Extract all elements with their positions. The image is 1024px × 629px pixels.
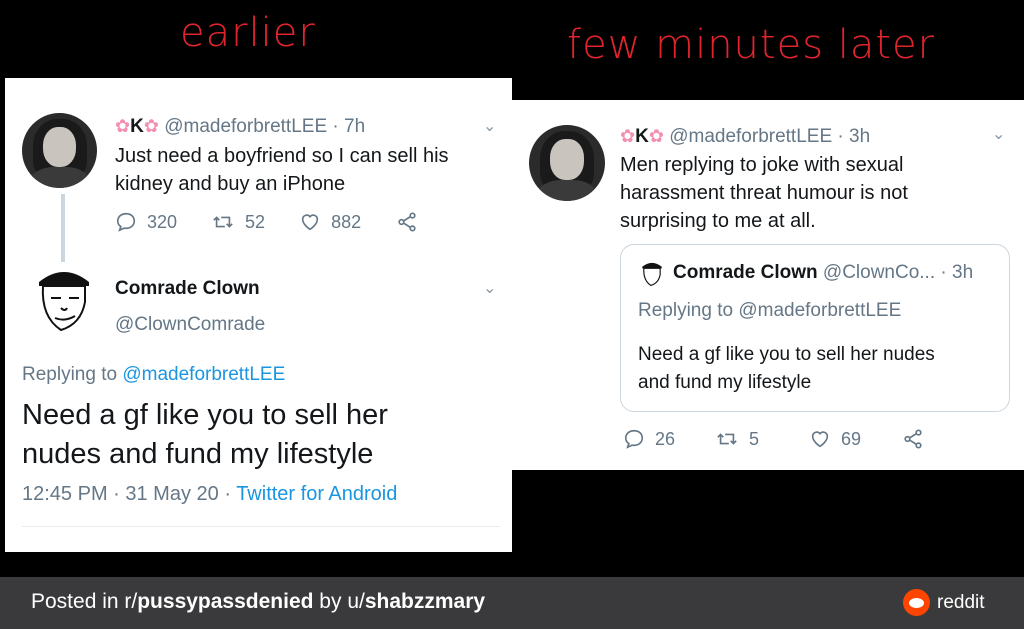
like-button[interactable]: 882 bbox=[299, 211, 361, 233]
posted-in-prefix: Posted in r/ bbox=[31, 590, 138, 613]
avatar[interactable] bbox=[529, 125, 605, 201]
tweet-text-line: harassment threat humour is not bbox=[620, 182, 908, 204]
reply-author-handle[interactable]: @ClownComrade bbox=[115, 314, 265, 336]
tweet-text-line: kidney and buy an iPhone bbox=[115, 173, 346, 195]
quote-header: Comrade Clown @ClownCo... · 3h bbox=[673, 262, 973, 284]
flower-icon: ✿ bbox=[620, 126, 636, 146]
reply-text-line: Need a gf like you to sell her bbox=[22, 399, 388, 431]
retweet-icon bbox=[717, 433, 737, 445]
tweet-actions: 26 5 69 bbox=[623, 428, 969, 450]
replying-handle-link[interactable]: @madeforbrettLEE bbox=[122, 364, 285, 385]
reddit-logo[interactable]: reddit bbox=[903, 589, 985, 616]
share-icon bbox=[904, 429, 922, 449]
replying-to: Replying to @madeforbrettLEE bbox=[638, 300, 902, 321]
tweet-text: Just need a boyfriend so I can sell his … bbox=[115, 142, 449, 198]
subreddit-link[interactable]: pussypassdenied bbox=[137, 590, 313, 613]
like-count: 69 bbox=[841, 428, 862, 449]
heart-icon bbox=[811, 431, 829, 448]
tweet-text-line: Men replying to joke with sexual bbox=[620, 154, 904, 176]
tweet-actions: 320 52 882 bbox=[115, 211, 463, 233]
share-icon bbox=[398, 212, 416, 232]
flower-icon: ✿ bbox=[143, 116, 159, 136]
right-tweet-card: ✿K✿ @madeforbrettLEE · 3h ⌄ Men replying… bbox=[512, 100, 1024, 470]
like-button[interactable]: 69 bbox=[809, 428, 861, 450]
flower-icon: ✿ bbox=[648, 126, 664, 146]
reddit-footer: Posted in r/pussypassdenied by u/shabzzm… bbox=[0, 577, 1024, 629]
quote-text: Need a gf like you to sell her nudes and… bbox=[638, 341, 935, 397]
avatar[interactable] bbox=[22, 113, 97, 188]
handle-time: @madeforbrettLEE · 3h bbox=[669, 126, 871, 147]
caption-earlier: earlier bbox=[180, 10, 316, 56]
wojak-icon bbox=[39, 272, 89, 332]
retweet-count: 52 bbox=[245, 211, 266, 232]
reply-button[interactable]: 26 bbox=[623, 428, 675, 450]
source-link[interactable]: Twitter for Android bbox=[236, 483, 397, 505]
chevron-down-icon[interactable]: ⌄ bbox=[483, 116, 496, 136]
retweet-count: 5 bbox=[749, 428, 760, 449]
tweet-meta: 12:45 PM · 31 May 20 · Twitter for Andro… bbox=[22, 483, 397, 506]
reddit-alien-icon bbox=[903, 589, 930, 616]
retweet-icon bbox=[213, 216, 233, 228]
reply-icon bbox=[624, 429, 644, 449]
like-count: 882 bbox=[331, 211, 362, 232]
reply-count: 320 bbox=[147, 211, 178, 232]
posted-by: by u/ bbox=[313, 590, 365, 613]
clown-avatar[interactable] bbox=[31, 262, 97, 334]
author-name[interactable]: K bbox=[130, 116, 144, 137]
author-name[interactable]: Comrade Clown bbox=[115, 278, 260, 299]
quote-text-line: Need a gf like you to sell her nudes bbox=[638, 344, 935, 365]
clown-avatar bbox=[639, 259, 665, 287]
wojak-icon bbox=[642, 262, 662, 287]
reply-text: Need a gf like you to sell her nudes and… bbox=[22, 396, 492, 474]
username-link[interactable]: shabzzmary bbox=[365, 590, 485, 613]
quote-text-line: and fund my lifestyle bbox=[638, 372, 812, 393]
share-button[interactable] bbox=[395, 211, 429, 233]
reply-author-name[interactable]: Comrade Clown bbox=[115, 278, 260, 300]
flower-icon: ✿ bbox=[115, 116, 131, 136]
caption-few-minutes-later: few minutes later bbox=[567, 22, 936, 68]
replying-to: Replying to @madeforbrettLEE bbox=[22, 364, 285, 386]
timestamp[interactable]: 12:45 PM · 31 May 20 · bbox=[22, 483, 231, 505]
reply-button[interactable]: 320 bbox=[115, 211, 177, 233]
quoted-tweet[interactable]: Comrade Clown @ClownCo... · 3h Replying … bbox=[620, 244, 1010, 412]
retweet-button[interactable]: 52 bbox=[211, 211, 265, 233]
reply-count: 26 bbox=[655, 428, 676, 449]
heart-icon bbox=[301, 214, 319, 231]
tweet-text-line: surprising to me at all. bbox=[620, 210, 816, 232]
chevron-down-icon[interactable]: ⌄ bbox=[483, 278, 496, 298]
chevron-down-icon[interactable]: ⌄ bbox=[992, 124, 1005, 144]
tweet-header: ✿K✿ @madeforbrettLEE · 3h bbox=[620, 126, 870, 148]
reply-text-line: nudes and fund my lifestyle bbox=[22, 438, 374, 470]
retweet-button[interactable]: 5 bbox=[715, 428, 759, 450]
tweet-text-line: Just need a boyfriend so I can sell his bbox=[115, 145, 449, 167]
thread-line bbox=[61, 194, 65, 262]
handle-time: @ClownCo... · 3h bbox=[822, 262, 974, 283]
tweet-header: ✿K✿ @madeforbrettLEE · 7h bbox=[115, 116, 365, 138]
author-name: Comrade Clown bbox=[673, 262, 818, 283]
divider bbox=[22, 526, 500, 527]
reddit-wordmark: reddit bbox=[937, 591, 985, 613]
left-tweet-card: ✿K✿ @madeforbrettLEE · 7h ⌄ Just need a … bbox=[5, 78, 512, 552]
posted-in-text: Posted in r/pussypassdenied by u/shabzzm… bbox=[31, 590, 485, 614]
author-name[interactable]: K bbox=[635, 126, 649, 147]
tweet-text: Men replying to joke with sexual harassm… bbox=[620, 151, 908, 235]
share-button[interactable] bbox=[901, 428, 935, 450]
replying-prefix: Replying to bbox=[22, 364, 118, 385]
reply-icon bbox=[116, 212, 136, 232]
handle-time: @madeforbrettLEE · 7h bbox=[164, 116, 366, 137]
